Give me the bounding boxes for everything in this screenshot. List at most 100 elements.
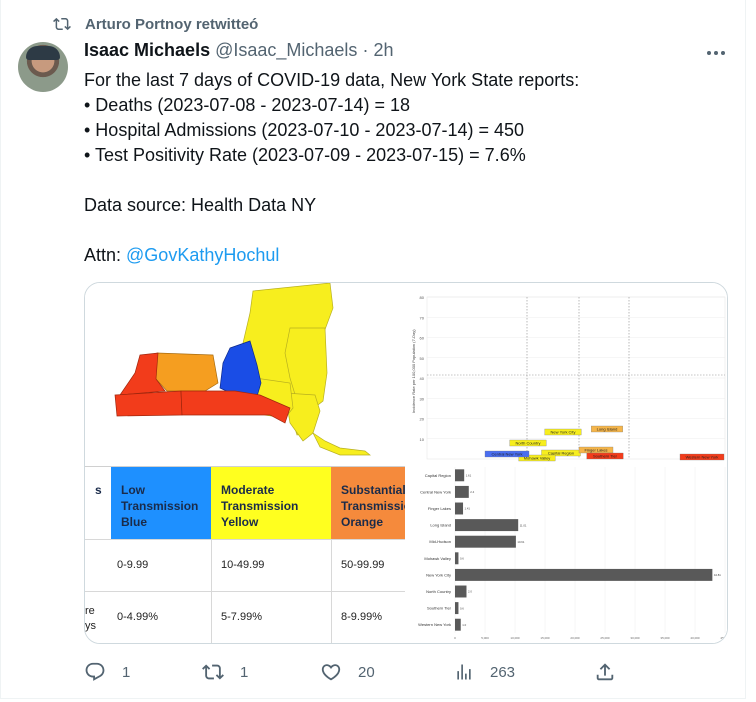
bar (455, 618, 461, 631)
media-image-left[interactable]: s Low Transmission Blue Moderate Transmi… (85, 283, 405, 643)
bar-category-label: Mohawk Valley (424, 556, 451, 561)
tweet-line: • Hospital Admissions (2023-07-10 - 2023… (84, 120, 525, 140)
retweet-icon (53, 17, 71, 31)
scatter-label: Southern Tier (593, 454, 618, 459)
reply-count: 1 (122, 663, 131, 681)
bar-xtick: 20,000 (570, 636, 580, 640)
like-count: 20 (358, 663, 375, 681)
scatter-chart: 80 70 60 50 40 30 20 10 Incidence Rate per 100,0… (411, 295, 726, 462)
table-header-low: Low Transmission Blue (111, 467, 211, 539)
bar-xtick: 15,000 (540, 636, 550, 640)
attn-line: Attn: @GovKathyHochul (84, 243, 724, 268)
table-cell: 8-9.99% (341, 611, 382, 623)
tweet-header: Isaac Michaels @Isaac_Michaels · 2h (84, 40, 393, 62)
tweet-line: • Test Positivity Rate (2023-07-09 - 202… (84, 145, 526, 165)
retweet-label[interactable]: Arturo Portnoy retwitteó (85, 16, 258, 33)
bar-category-label: Western New York (418, 622, 451, 627)
table-header-substantial: Substantial Transmission Orange (331, 467, 405, 539)
scatter-ylabel: Incidence Rate per 100,000 Population (7… (411, 329, 416, 413)
table-cell: 10-49.99 (221, 559, 265, 571)
tweet-time[interactable]: 2h (373, 40, 393, 61)
author-name[interactable]: Isaac Michaels (84, 40, 210, 61)
table-cell: 0-4.99% (117, 611, 158, 623)
scatter-label: Central New York (492, 452, 523, 457)
media-grid[interactable]: s Low Transmission Blue Moderate Transmi… (84, 282, 728, 644)
mention-link[interactable]: @GovKathyHochul (126, 245, 279, 265)
tweet-line: For the last 7 days of COVID-19 data, Ne… (84, 70, 580, 90)
share-icon (596, 663, 614, 681)
more-icon (707, 51, 711, 55)
bar-category-label: Mid-Hudson (429, 539, 451, 544)
reply-icon (85, 662, 105, 681)
like-button[interactable]: 20 (320, 660, 375, 684)
retweet-count: 1 (240, 663, 249, 681)
table-header-moderate: Moderate Transmission Yellow (211, 467, 331, 539)
reply-button[interactable]: 1 (84, 660, 130, 684)
bar-xtick: 40,000 (690, 636, 700, 640)
heart-icon (321, 664, 341, 681)
transmission-table: s Low Transmission Blue Moderate Transmi… (85, 466, 405, 643)
retweet-button[interactable]: 1 (202, 660, 248, 684)
scatter-ytick: 30 (420, 396, 425, 401)
bar-value-label: 0.6 (460, 557, 464, 561)
tweet-line: • Deaths (2023-07-08 - 2023-07-14) = 18 (84, 95, 411, 115)
tweet-text: For the last 7 days of COVID-19 data, Ne… (84, 68, 724, 268)
bar (455, 535, 516, 548)
table-cell: re ys (85, 605, 96, 632)
scatter-label: North Country (516, 441, 541, 446)
bar-value-label: 2.4 (470, 490, 474, 494)
tweet-card[interactable]: Arturo Portnoy retwitteó Isaac Michaels … (0, 0, 746, 699)
media-image-right[interactable]: 80 70 60 50 40 30 20 10 Incidence Rate per 100,0… (407, 283, 727, 643)
share-button[interactable] (594, 660, 616, 684)
scatter-ytick: 80 (420, 295, 425, 300)
tweet-line (84, 168, 724, 193)
bar-category-label: Central New York (420, 489, 451, 494)
bar (455, 485, 469, 498)
avatar[interactable] (18, 42, 68, 92)
author-handle[interactable]: @Isaac_Michaels (215, 40, 357, 61)
attn-prefix: Attn: (84, 245, 127, 265)
bar-xtick: 25,000 (600, 636, 610, 640)
bar (455, 519, 519, 532)
views-count: 263 (490, 663, 516, 681)
bar-category-label: Long Island (430, 523, 451, 528)
table-cell: 5-7.99% (221, 611, 262, 623)
header-separator: · (362, 40, 369, 60)
scatter-label: Western New York (686, 455, 719, 460)
scatter-ytick: 20 (420, 417, 425, 422)
bar-category-label: Finger Lakes (428, 506, 451, 511)
retweet-icon (202, 664, 224, 680)
scatter-ytick: 60 (420, 336, 425, 341)
scatter-label: Long Island (597, 427, 618, 432)
bar-xtick: 5,000 (481, 636, 489, 640)
bar-value-label: 1.61 (466, 474, 472, 478)
table-cell: 50-99.99 (341, 559, 385, 571)
scatter-ytick: 70 (420, 315, 425, 320)
views-button[interactable]: 263 (454, 660, 515, 684)
table-header-cell: s (85, 467, 111, 539)
scatter-ytick: 50 (420, 356, 425, 361)
bar-xtick: 35,000 (660, 636, 670, 640)
tweet-line: Data source: Health Data NY (84, 195, 317, 215)
scatter-label: Capital Region (548, 451, 574, 456)
bar-category-label: Capital Region (425, 473, 451, 478)
bar-value-label: 0.6 (460, 606, 464, 610)
tweet-line (84, 218, 724, 243)
bar-value-label: 1.41 (465, 507, 471, 511)
table-cell: 0-9.99 (117, 559, 149, 571)
scatter-label: New York City (551, 430, 576, 435)
bar (455, 469, 465, 482)
bar-value-label: 10.61 (517, 540, 524, 544)
bar (455, 568, 713, 581)
bar-category-label: North Country (426, 589, 451, 594)
bar-category-label: Southern Tier (427, 606, 452, 611)
bar-chart: 0 5,000 10,000 15,000 20,000 25,000 30,000 35,0… (407, 463, 727, 643)
bar-value-label: 44.81 (714, 573, 721, 577)
retweet-context: Arturo Portnoy retwitteó (53, 14, 258, 34)
more-options-button[interactable] (706, 49, 726, 57)
scatter-ytick: 40 (420, 376, 425, 381)
scatter-label: Finger Lakes (584, 448, 607, 453)
bar (455, 552, 459, 565)
bar-xtick: 30,000 (630, 636, 640, 640)
bar-xtick: 10,000 (510, 636, 520, 640)
